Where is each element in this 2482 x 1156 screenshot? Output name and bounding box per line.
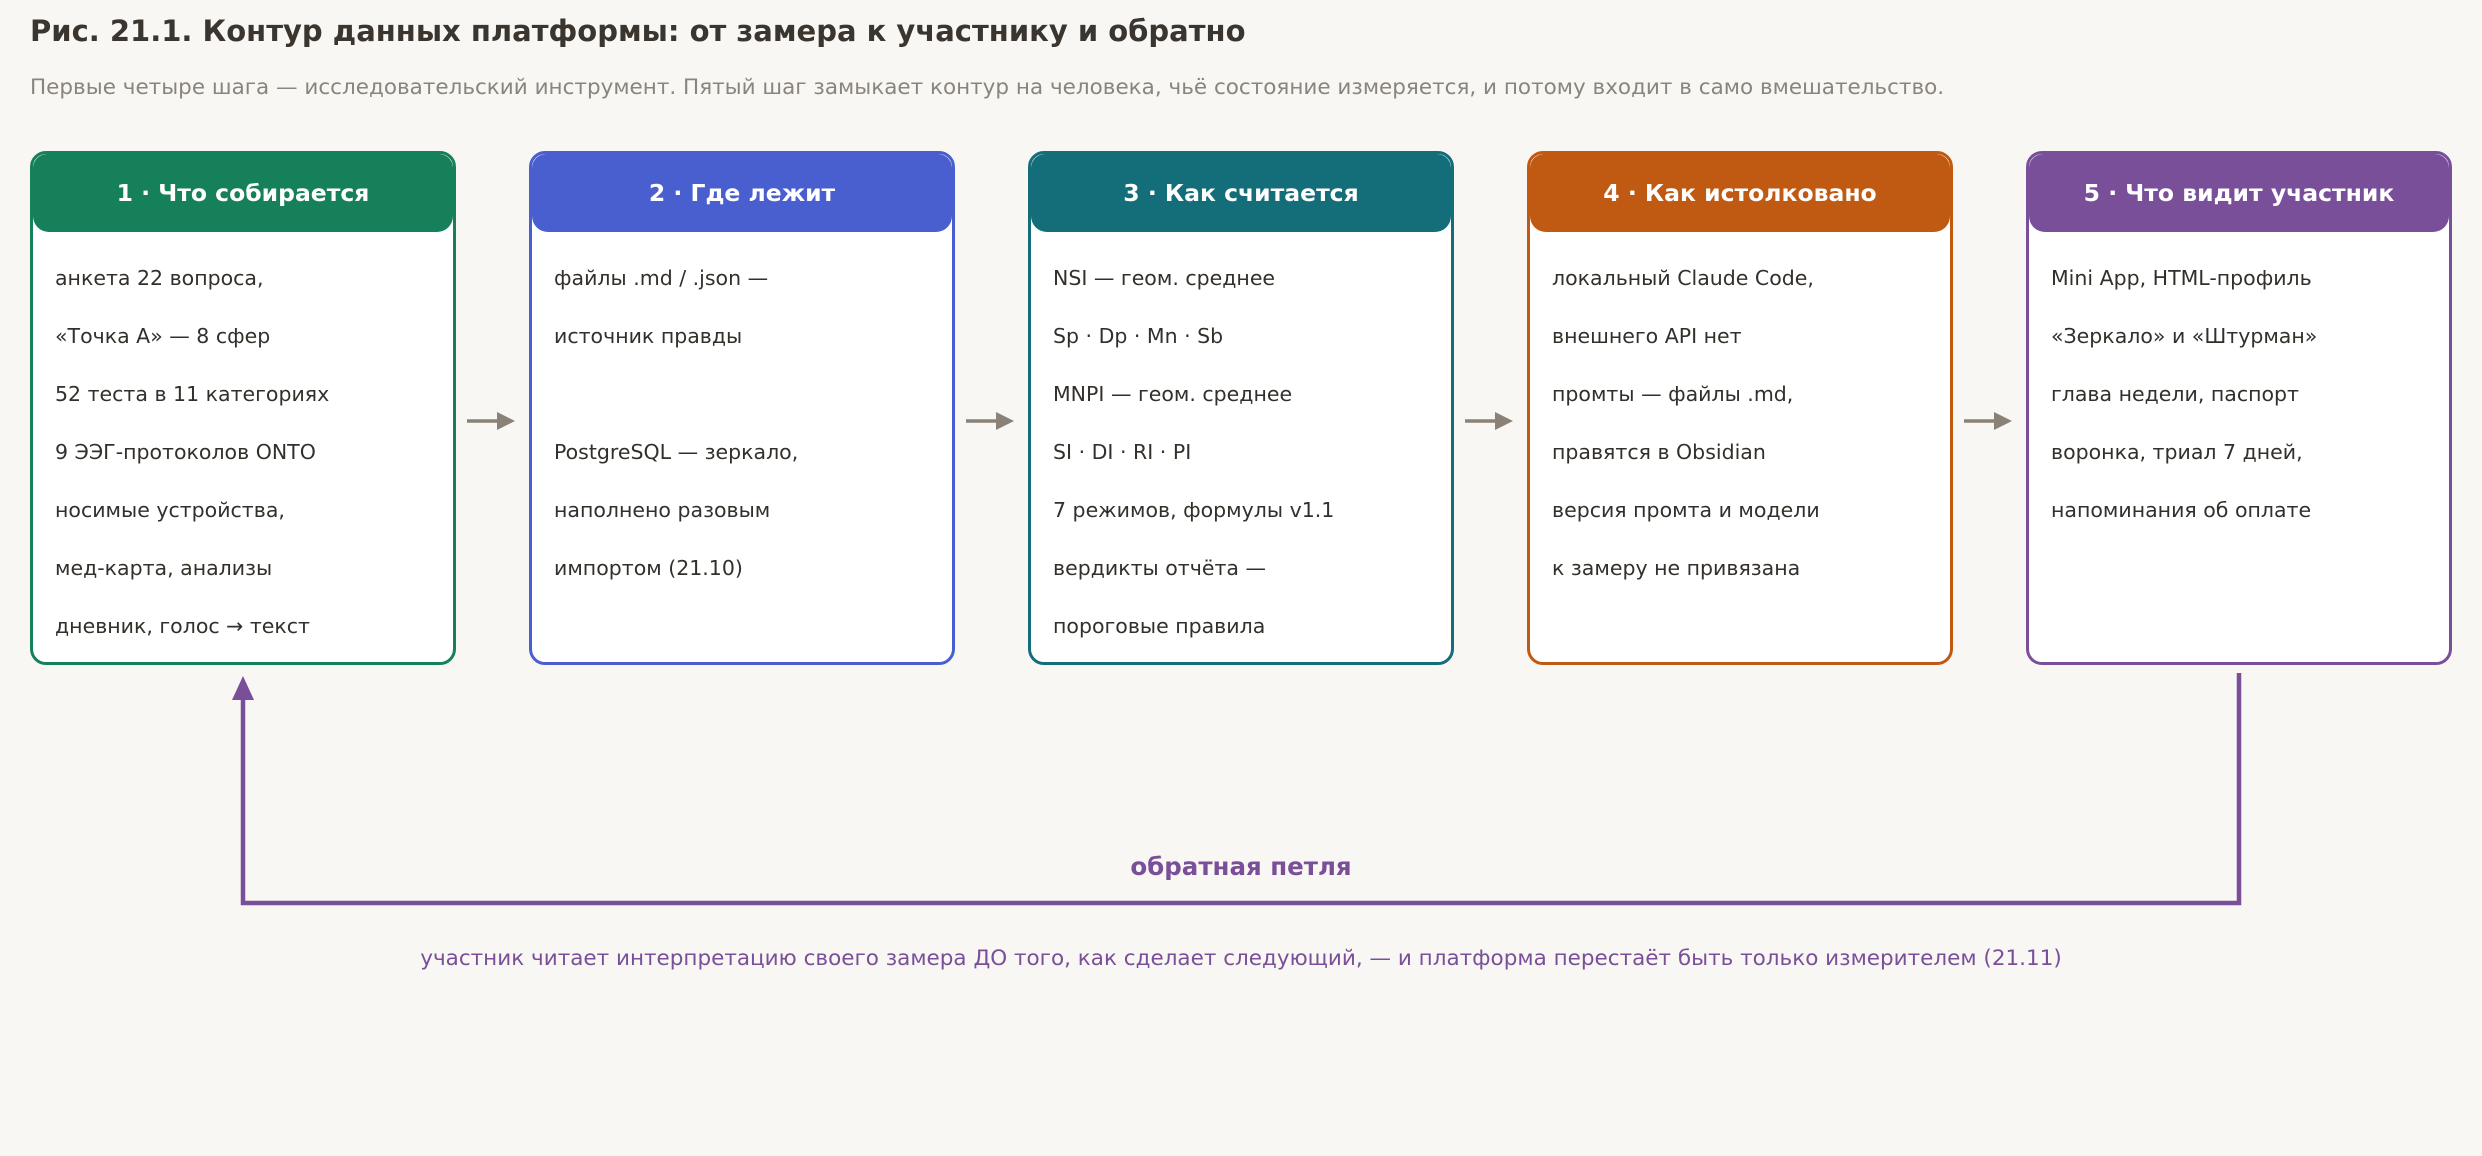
connectors-layer	[232, 412, 2242, 906]
flow-arrow-3-4	[1465, 412, 1513, 430]
flow-arrow-4-5	[1964, 412, 2012, 430]
flow-arrow-2-3	[966, 412, 1014, 430]
feedback-loop-label: обратная петля	[1130, 852, 1352, 881]
feedback-arrowhead	[232, 676, 254, 700]
feedback-loop-caption: участник читает интерпретацию своего зам…	[420, 946, 2062, 971]
flow-arrow-1-2	[467, 412, 515, 430]
